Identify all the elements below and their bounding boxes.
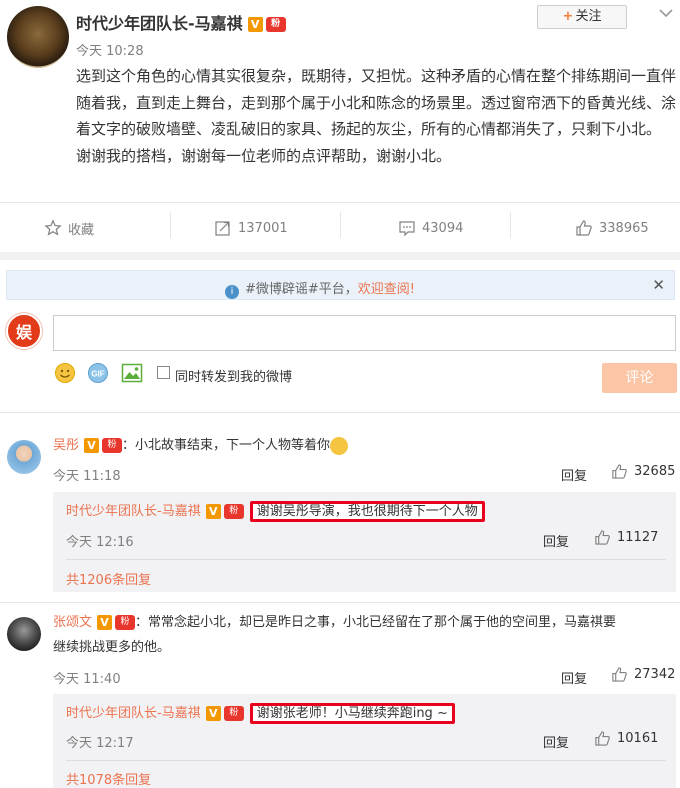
verified-badge: V <box>205 504 221 519</box>
comment-count: 43094 <box>422 220 464 236</box>
repost-checkbox[interactable] <box>157 366 170 379</box>
post-text-2: 谢谢我的搭档，谢谢每一位老师的点评帮助，谢谢小北。 <box>76 146 452 165</box>
comment-text: ：小北故事结束，下一个人物等着你 <box>122 438 331 453</box>
comment-like-button[interactable]: 27342 <box>611 666 675 683</box>
reply-row: 时代少年团队长-马嘉祺 V 粉谢谢吴彤导演，我也很期待下一个人物 <box>66 500 485 524</box>
fan-badge: 粉 <box>115 615 136 630</box>
thumbs-up-icon <box>612 667 627 682</box>
divider <box>0 412 680 413</box>
comment-input[interactable] <box>53 315 676 351</box>
divider <box>510 212 511 238</box>
comment-time: 今天 11:18 <box>53 469 121 484</box>
post-body: 选到这个角色的心情其实很复杂，既期待，又担忧。这种矛盾的心情在整个排练期间一直伴… <box>76 63 676 169</box>
reply-like-count: 11127 <box>617 530 659 545</box>
favorite-label: 收藏 <box>68 222 95 238</box>
fan-badge: 粉 <box>223 504 244 519</box>
plus-icon: + <box>562 9 574 24</box>
comment-action[interactable]: 43094 <box>398 218 463 238</box>
post-author-name[interactable]: 时代少年团队长-马嘉祺 <box>76 14 243 33</box>
divider <box>66 559 666 560</box>
rumor-notice: i #微博辟谣#平台，欢迎查阅! ✕ <box>6 270 675 300</box>
reply-like-count: 10161 <box>617 731 659 746</box>
fan-badge: 粉 <box>102 438 123 453</box>
reply-button[interactable]: 回复 <box>561 668 587 687</box>
more-replies-link[interactable]: 共1078条回复 <box>66 769 151 788</box>
repost-action[interactable]: 137001 <box>214 218 288 238</box>
post-author-row: 时代少年团队长-马嘉祺 V 粉 <box>76 10 286 34</box>
thumbs-up-icon <box>595 731 610 746</box>
submit-comment-button[interactable]: 评论 <box>602 363 677 393</box>
verified-badge: V <box>247 17 263 32</box>
emoji-icon[interactable] <box>54 362 76 384</box>
comment-row: 吴彤 V 粉：小北故事结束，下一个人物等着你 <box>53 434 349 458</box>
follow-label: 关注 <box>575 9 602 24</box>
reply-like-button[interactable]: 10161 <box>594 730 658 747</box>
info-icon: i <box>225 285 239 299</box>
like-count: 338965 <box>599 220 649 236</box>
verified-badge: V <box>205 706 221 721</box>
current-user-avatar[interactable]: 娱 <box>6 313 42 349</box>
reply-time: 今天 12:16 <box>66 535 134 550</box>
comment-like-button[interactable]: 32685 <box>611 463 675 480</box>
thumbs-up-icon <box>612 464 627 479</box>
reply-text: 谢谢吴彤导演，我也很期待下一个人物 <box>249 501 485 522</box>
section-gap <box>0 252 680 260</box>
reply-time: 今天 12:17 <box>66 736 134 751</box>
image-icon[interactable] <box>121 362 143 384</box>
gif-icon[interactable]: GIF <box>87 362 109 384</box>
comment-like-count: 27342 <box>634 667 676 682</box>
comment-avatar[interactable] <box>7 617 41 651</box>
comment-row: 张颂文 V 粉：常常念起小北，却已是昨日之事，小北已经留在了那个属于他的空间里，马嘉… <box>53 611 616 635</box>
reply-text: 谢谢张老师！小马继续奔跑ing ~ <box>249 703 455 724</box>
repost-checkbox-label: 同时转发到我的微博 <box>175 370 293 385</box>
comment-text-2: 继续挑战更多的他。 <box>53 640 171 655</box>
notice-prefix: #微博辟谣#平台， <box>245 282 358 297</box>
verified-badge: V <box>97 615 113 630</box>
reply-button[interactable]: 回复 <box>543 531 569 550</box>
post-text: 选到这个角色的心情其实很复杂，既期待，又担忧。这种矛盾的心情在整个排练期间一直伴… <box>76 67 677 138</box>
comment-icon <box>399 221 415 237</box>
grin-emoji-icon <box>330 436 349 455</box>
author-avatar[interactable] <box>7 6 69 68</box>
repost-icon <box>215 221 230 236</box>
divider <box>66 760 666 761</box>
verified-badge: V <box>84 438 100 453</box>
reply-username[interactable]: 时代少年团队长-马嘉祺 <box>66 504 201 519</box>
comment-text: ：常常念起小北，却已是昨日之事，小北已经留在了那个属于他的空间里，马嘉祺要 <box>135 615 617 630</box>
comment-avatar[interactable] <box>7 440 41 474</box>
thumbs-up-icon <box>576 220 592 236</box>
comment-username[interactable]: 张颂文 <box>53 615 92 630</box>
svg-text:GIF: GIF <box>91 370 104 379</box>
comment-username[interactable]: 吴彤 <box>53 438 79 453</box>
comment-time: 今天 11:40 <box>53 672 121 687</box>
divider <box>0 602 680 603</box>
notice-link[interactable]: 欢迎查阅! <box>358 282 415 297</box>
reply-button[interactable]: 回复 <box>543 732 569 751</box>
close-icon[interactable]: ✕ <box>652 276 665 294</box>
comment-like-count: 32685 <box>634 464 676 479</box>
notice-text: i #微博辟谣#平台，欢迎查阅! <box>225 278 415 299</box>
more-replies-link[interactable]: 共1206条回复 <box>66 569 151 588</box>
star-icon <box>44 219 62 236</box>
divider <box>0 202 680 203</box>
chevron-down-icon[interactable] <box>657 4 675 22</box>
reply-like-button[interactable]: 11127 <box>594 529 658 546</box>
divider <box>170 212 171 238</box>
fan-badge: 粉 <box>265 17 286 32</box>
follow-button[interactable]: + 关注 <box>537 5 627 29</box>
thumbs-up-icon <box>595 530 610 545</box>
divider <box>340 212 341 238</box>
reply-username[interactable]: 时代少年团队长-马嘉祺 <box>66 706 201 721</box>
favorite-action[interactable]: 收藏 <box>44 218 94 238</box>
reply-button[interactable]: 回复 <box>561 465 587 484</box>
fan-badge: 粉 <box>223 706 244 721</box>
post-time[interactable]: 今天 10:28 <box>76 40 144 59</box>
repost-count: 137001 <box>238 220 288 236</box>
like-action[interactable]: 338965 <box>575 218 649 238</box>
reply-row: 时代少年团队长-马嘉祺 V 粉谢谢张老师！小马继续奔跑ing ~ <box>66 702 455 726</box>
